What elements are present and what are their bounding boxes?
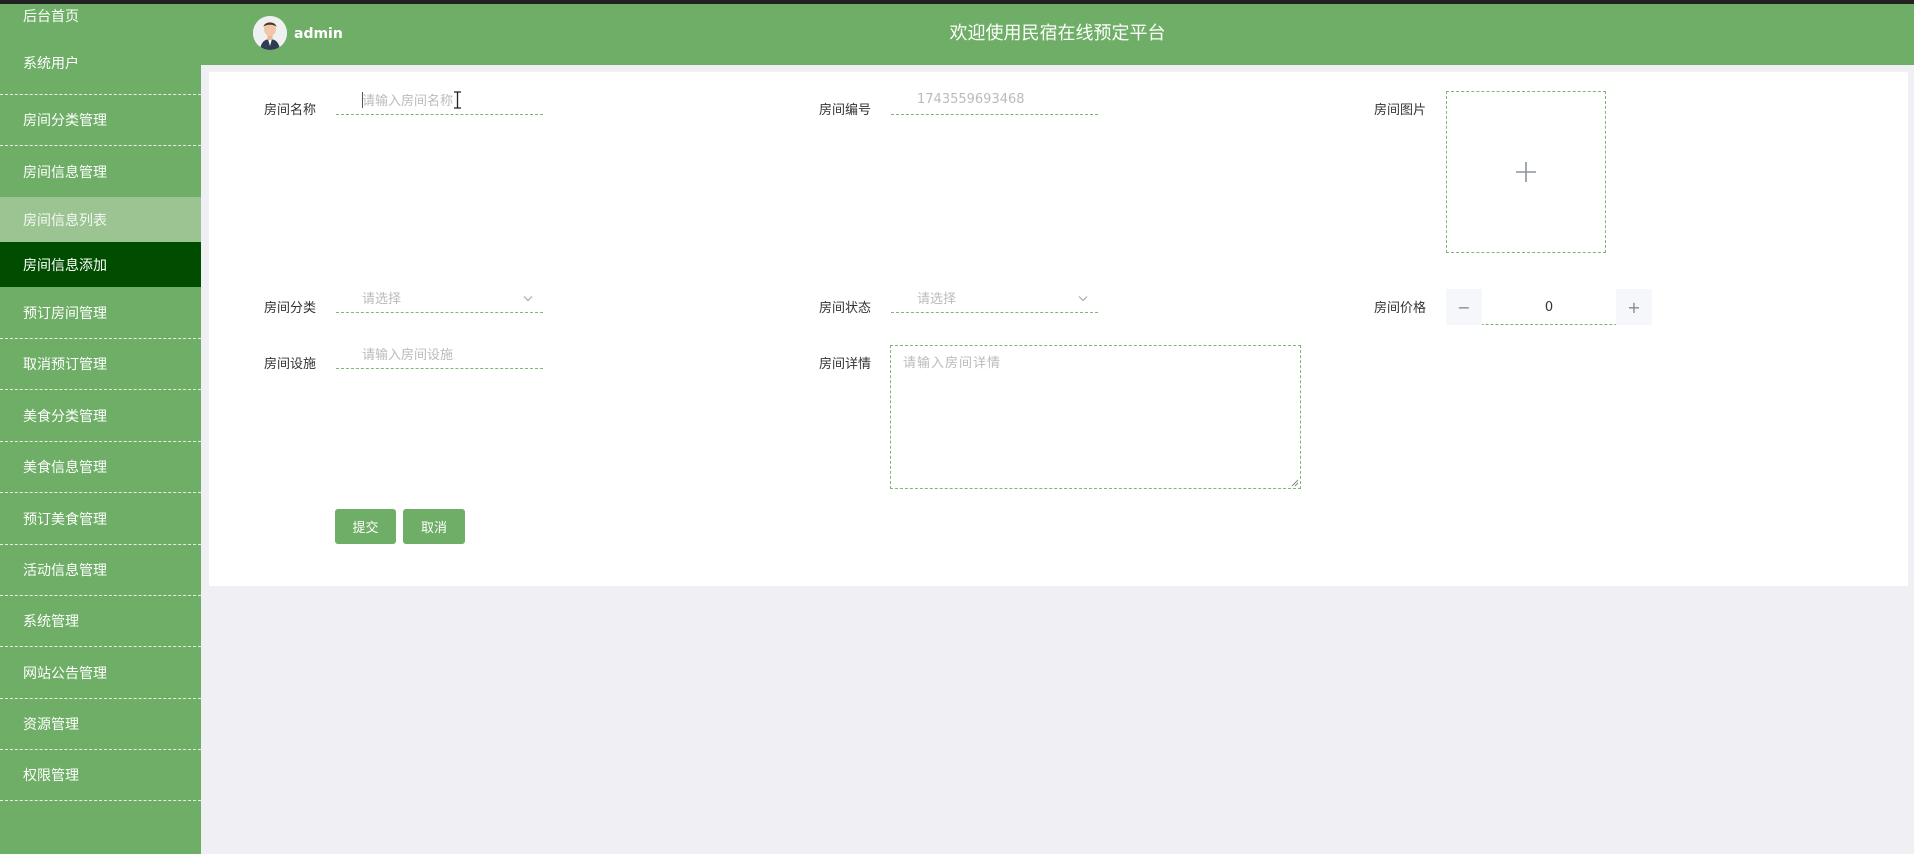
room-add-form: 房间名称 请输入房间名称 房间编号 1743559693468 房间图片 房间分… <box>209 72 1908 586</box>
cancel-button[interactable]: 取消 <box>403 509 465 544</box>
room-facilities-label: 房间设施 <box>264 357 317 372</box>
room-name-input[interactable]: 请输入房间名称 <box>336 85 543 115</box>
sidebar-item-resources[interactable]: 资源管理 <box>0 699 201 750</box>
room-price-label: 房间价格 <box>1374 301 1427 316</box>
sidebar-item-food-info[interactable]: 美食信息管理 <box>0 442 201 493</box>
room-name-label: 房间名称 <box>264 103 317 118</box>
sidebar-item-room-add[interactable]: 房间信息添加 <box>0 242 201 287</box>
sidebar-item-room-info[interactable]: 房间信息管理 <box>0 146 201 197</box>
sidebar-item-dashboard[interactable]: 后台首页 <box>0 4 201 28</box>
sidebar-item-cancel-booking[interactable]: 取消预订管理 <box>0 339 201 390</box>
sidebar-item-system-settings[interactable]: 系统管理 <box>0 596 201 647</box>
resize-handle-icon[interactable] <box>1289 477 1299 487</box>
submit-button[interactable]: 提交 <box>335 509 396 544</box>
room-details-label: 房间详情 <box>819 357 872 372</box>
room-category-select[interactable]: 请选择 <box>336 283 543 313</box>
room-status-select[interactable]: 请选择 <box>891 283 1098 313</box>
top-header: admin 欢迎使用民宿在线预定平台 <box>201 4 1914 65</box>
room-image-label: 房间图片 <box>1374 103 1427 118</box>
room-code-label: 房间编号 <box>819 103 872 118</box>
room-details-textarea[interactable]: 请输入房间详情 <box>890 345 1301 489</box>
page-title: 欢迎使用民宿在线预定平台 <box>949 23 1166 44</box>
room-image-upload[interactable] <box>1446 91 1606 253</box>
sidebar-item-permissions[interactable]: 权限管理 <box>0 750 201 801</box>
room-code-input[interactable]: 1743559693468 <box>891 85 1098 115</box>
room-category-label: 房间分类 <box>264 301 317 316</box>
plus-icon <box>1516 162 1536 182</box>
text-caret <box>362 92 363 108</box>
sidebar-item-room-booking[interactable]: 预订房间管理 <box>0 287 201 339</box>
sidebar-item-activity-info[interactable]: 活动信息管理 <box>0 545 201 596</box>
sidebar: 后台首页 系统用户 房间分类管理 房间信息管理 房间信息列表 房间信息添加 预订… <box>0 4 201 854</box>
room-price-input[interactable]: 0 <box>1482 289 1616 325</box>
decrease-button[interactable]: − <box>1446 289 1482 325</box>
sidebar-item-food-booking[interactable]: 预订美食管理 <box>0 493 201 545</box>
increase-button[interactable]: + <box>1616 289 1652 325</box>
room-status-label: 房间状态 <box>819 301 872 316</box>
sidebar-item-announcements[interactable]: 网站公告管理 <box>0 647 201 699</box>
room-price-stepper: − 0 + <box>1446 289 1652 325</box>
room-facilities-input[interactable]: 请输入房间设施 <box>336 339 543 369</box>
sidebar-item-system-users[interactable]: 系统用户 <box>0 48 201 95</box>
sidebar-item-room-category[interactable]: 房间分类管理 <box>0 95 201 146</box>
sidebar-item-room-list[interactable]: 房间信息列表 <box>0 197 201 242</box>
chevron-down-icon <box>1078 296 1088 302</box>
chevron-down-icon <box>523 296 533 302</box>
text-cursor-icon <box>454 91 461 109</box>
sidebar-item-food-category[interactable]: 美食分类管理 <box>0 390 201 442</box>
